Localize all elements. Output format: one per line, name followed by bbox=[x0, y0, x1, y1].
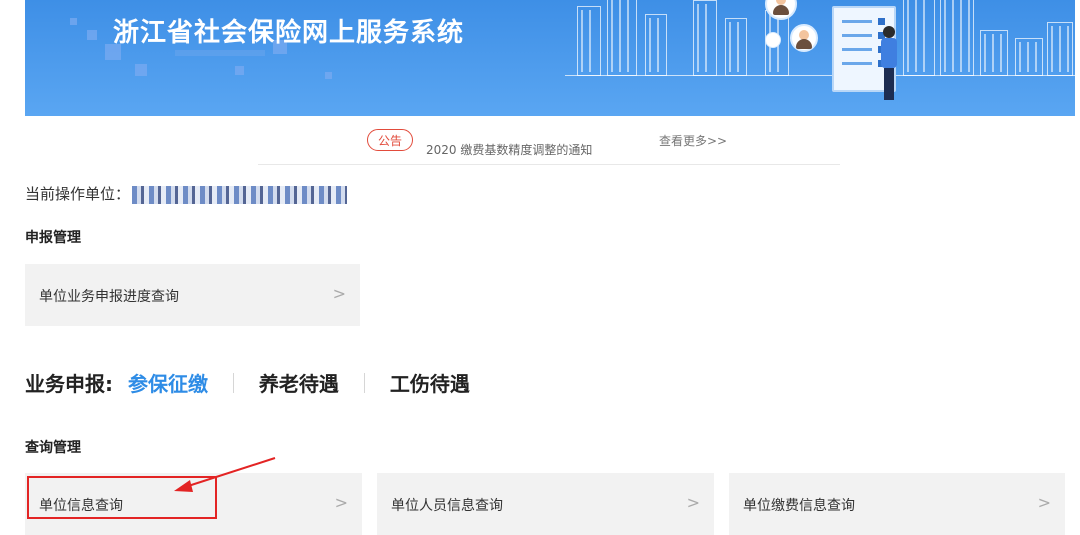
tab-separator bbox=[232, 372, 234, 393]
decor-pixel bbox=[175, 50, 265, 56]
building-decor bbox=[1047, 22, 1073, 76]
decor-pixel bbox=[70, 18, 77, 25]
building-decor bbox=[577, 6, 601, 76]
section-title-declare: 申报管理 bbox=[25, 230, 81, 246]
arrow-annotation-icon bbox=[174, 457, 276, 492]
person-illustration-icon bbox=[877, 26, 903, 100]
decor-pixel bbox=[325, 72, 332, 79]
skyline-base bbox=[565, 75, 1075, 76]
notice-link[interactable]: 2020 缴费基数精度调整的通知 bbox=[426, 141, 592, 158]
card-label: 单位人员信息查询 bbox=[391, 498, 503, 514]
card-label: 单位缴费信息查询 bbox=[743, 498, 855, 514]
building-decor bbox=[693, 0, 717, 76]
chevron-right-icon: > bbox=[1037, 493, 1051, 512]
header-banner: 浙江省社会保险网上服务系统 bbox=[25, 0, 1075, 116]
building-decor bbox=[725, 18, 747, 76]
building-decor bbox=[980, 30, 1008, 76]
card-unit-staff-query[interactable]: 单位人员信息查询 > bbox=[377, 473, 714, 535]
current-unit-name-redacted bbox=[132, 185, 348, 204]
divider bbox=[258, 164, 840, 165]
tab-work-injury[interactable]: 工伤待遇 bbox=[390, 368, 470, 397]
notice-badge: 公告 bbox=[367, 129, 413, 151]
chevron-right-icon: > bbox=[334, 493, 348, 512]
chevron-right-icon: > bbox=[332, 284, 346, 303]
chevron-right-icon: > bbox=[686, 493, 700, 512]
tab-pension[interactable]: 养老待遇 bbox=[259, 368, 339, 397]
decor-pixel bbox=[135, 64, 147, 76]
tab-insurance-collection[interactable]: 参保征缴 bbox=[128, 368, 208, 397]
building-decor bbox=[1015, 38, 1043, 76]
building-decor bbox=[903, 0, 935, 76]
building-decor bbox=[607, 0, 637, 76]
building-decor bbox=[940, 0, 974, 76]
current-unit-label: 当前操作单位： bbox=[25, 185, 131, 203]
app-title: 浙江省社会保险网上服务系统 bbox=[113, 18, 465, 48]
notice-more-link[interactable]: 查看更多>> bbox=[659, 132, 727, 149]
current-unit: 当前操作单位： bbox=[25, 183, 348, 204]
building-decor bbox=[645, 14, 667, 76]
decor-pixel bbox=[87, 30, 97, 40]
user-avatar-icon bbox=[765, 32, 781, 48]
tab-separator bbox=[363, 372, 365, 393]
business-declare-tabs: 业务申报: 参保征缴 养老待遇 工伤待遇 bbox=[25, 368, 470, 397]
card-label: 单位业务申报进度查询 bbox=[39, 289, 179, 305]
card-declare-progress[interactable]: 单位业务申报进度查询 > bbox=[25, 264, 360, 326]
business-declare-label: 业务申报: bbox=[25, 372, 113, 396]
user-avatar-icon bbox=[790, 24, 818, 52]
card-unit-payment-query[interactable]: 单位缴费信息查询 > bbox=[729, 473, 1065, 535]
decor-pixel bbox=[235, 66, 244, 75]
section-title-query: 查询管理 bbox=[25, 440, 81, 456]
